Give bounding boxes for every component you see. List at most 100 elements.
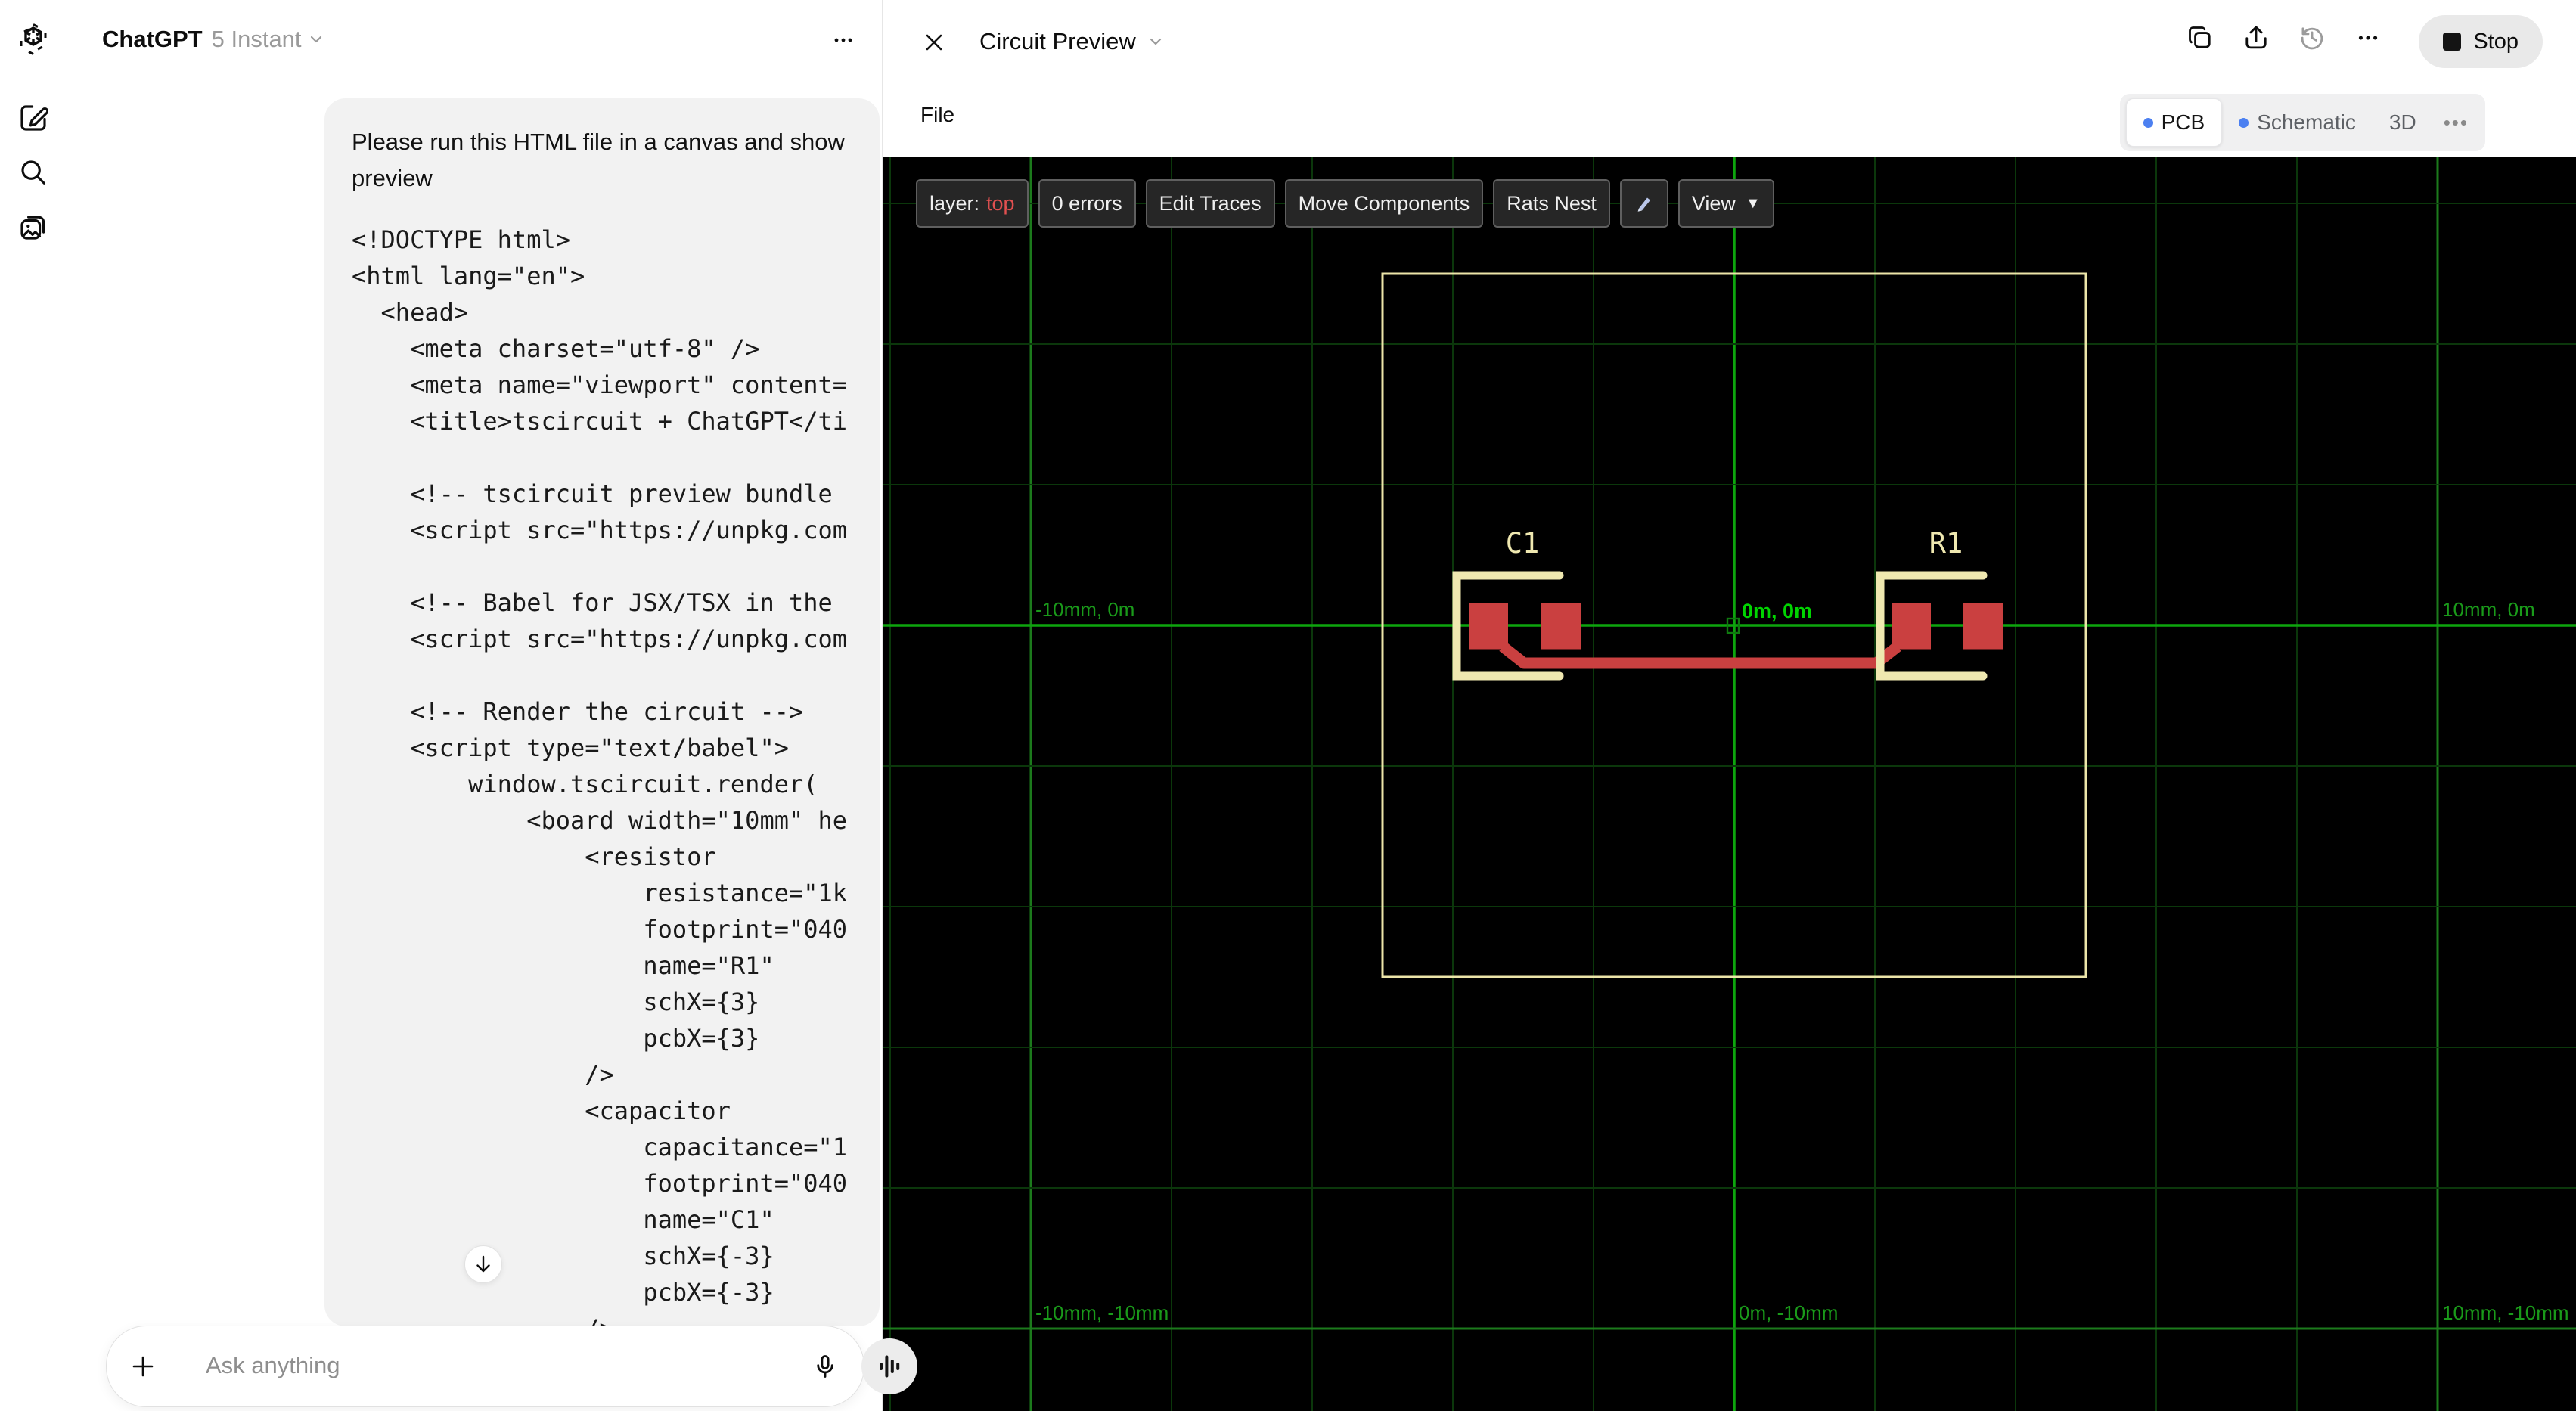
errors-label: 0 errors <box>1051 191 1122 215</box>
code-line: resistance="1k <box>352 879 848 907</box>
chat-app-title: ChatGPT <box>102 26 203 52</box>
view-tabs: PCB Schematic 3D ••• <box>2119 94 2485 151</box>
stop-label: Stop <box>2473 29 2519 54</box>
code-line: <resistor <box>352 842 716 871</box>
code-line: schX={3} <box>352 988 760 1016</box>
grid-coordinate-label: 10mm, 0m <box>2442 598 2535 621</box>
tab-schematic-label: Schematic <box>2257 110 2356 134</box>
tab-pcb[interactable]: PCB <box>2125 98 2223 147</box>
code-line: <title>tscircuit + ChatGPT</ti <box>352 407 848 436</box>
grid-coordinate-label: -10mm, -10mm <box>1035 1301 1169 1324</box>
more-dots-icon <box>834 38 852 42</box>
more-dots-icon <box>2358 36 2378 40</box>
code-line: <head> <box>352 298 469 327</box>
canvas-title-menu[interactable]: Circuit Preview <box>979 0 1165 83</box>
move-components-button[interactable]: Move Components <box>1284 179 1484 228</box>
pcb-canvas[interactable]: C1 R1 0m, 0m -10mm, 0m 10mm, 0m -10mm, -10mm 0… <box>883 157 2576 1411</box>
move-components-label: Move Components <box>1298 191 1470 215</box>
canvas-header: Circuit Preview Stop <box>883 0 2576 83</box>
edit-traces-button[interactable]: Edit Traces <box>1145 179 1275 228</box>
view-label: View <box>1691 191 1736 215</box>
canvas-title: Circuit Preview <box>979 28 1136 54</box>
code-line: pcbX={-3} <box>352 1278 774 1307</box>
code-line: capacitance="1 <box>352 1133 848 1161</box>
caret-down-icon: ▼ <box>1745 194 1761 212</box>
canvas-header-actions <box>2185 23 2383 53</box>
code-line: <!-- Render the circuit --> <box>352 697 804 726</box>
stop-square-icon <box>2443 33 2462 51</box>
user-message-bubble: Please run this HTML file in a canvas an… <box>324 98 880 1326</box>
dictate-button[interactable] <box>810 1351 840 1382</box>
model-selector[interactable]: 5 Instant <box>212 26 302 53</box>
canvas-more-button[interactable] <box>2353 23 2383 53</box>
openai-logo-glyph <box>20 23 47 55</box>
canvas-panel: Circuit Preview Stop File PCB Schematic … <box>883 0 2576 1411</box>
share-upload-icon <box>2245 26 2267 49</box>
origin-coordinate-label: 0m, 0m <box>1742 600 1812 622</box>
app-root: ChatGPT 5 Instant Please run this HTML f… <box>0 0 2576 1411</box>
errors-button[interactable]: 0 errors <box>1038 179 1136 228</box>
smd-pad-c1 <box>1541 603 1581 650</box>
tab-3d[interactable]: 3D <box>2373 99 2433 146</box>
code-line: <script src="https://unpkg.com <box>352 516 848 544</box>
new-chat-button[interactable] <box>17 101 50 135</box>
code-line: footprint="040 <box>352 915 848 944</box>
stop-button[interactable]: Stop <box>2419 15 2543 68</box>
search-icon <box>21 160 45 185</box>
code-line: name="C1" <box>352 1205 774 1234</box>
share-button[interactable] <box>2241 23 2271 53</box>
code-line: /> <box>352 1310 852 1326</box>
conversation-more-button[interactable] <box>830 27 856 53</box>
rats-nest-label: Rats Nest <box>1507 191 1597 215</box>
library-button[interactable] <box>17 210 50 243</box>
pcb-render: C1 R1 0m, 0m -10mm, 0m 10mm, 0m -10mm, -10mm 0… <box>883 157 2576 1411</box>
tabs-more-button[interactable]: ••• <box>2433 111 2479 135</box>
microphone-icon <box>817 1355 833 1378</box>
voice-waveform-icon <box>880 1355 900 1378</box>
copy-button[interactable] <box>2185 23 2215 53</box>
pcb-status-dot <box>2143 117 2153 128</box>
plus-icon <box>132 1356 154 1377</box>
attach-button[interactable] <box>129 1353 157 1380</box>
draw-tool-button[interactable] <box>1619 179 1668 228</box>
view-menu-button[interactable]: View ▼ <box>1678 179 1774 228</box>
layer-selector-button[interactable]: layer: top <box>916 179 1029 228</box>
code-line: footprint="040 <box>352 1169 848 1198</box>
close-canvas-button[interactable] <box>919 27 949 57</box>
component-label-c1: C1 <box>1506 527 1540 560</box>
close-icon <box>926 34 942 51</box>
chat-header: ChatGPT 5 Instant <box>67 0 882 79</box>
history-button[interactable] <box>2297 23 2327 53</box>
code-line: <html lang="en"> <box>352 262 585 290</box>
rats-nest-button[interactable]: Rats Nest <box>1493 179 1610 228</box>
search-button[interactable] <box>17 156 50 189</box>
smd-pad-r1 <box>1892 603 1931 650</box>
voice-mode-button[interactable] <box>861 1338 917 1394</box>
library-icon <box>20 216 45 240</box>
layer-value: top <box>986 191 1015 215</box>
openai-logo-icon[interactable] <box>17 23 50 56</box>
tab-pcb-label: PCB <box>2161 110 2205 134</box>
chevron-down-icon <box>1147 33 1165 51</box>
code-line: <meta name="viewport" content= <box>352 371 848 399</box>
grid-coordinate-label: -10mm, 0m <box>1035 598 1134 621</box>
code-line: <script src="https://unpkg.com <box>352 625 848 653</box>
chevron-down-icon <box>308 31 324 48</box>
edit-traces-label: Edit Traces <box>1159 191 1262 215</box>
user-message-text: Please run this HTML file in a canvas an… <box>352 129 845 191</box>
tab-schematic[interactable]: Schematic <box>2222 99 2373 146</box>
pencil-icon <box>1637 197 1650 212</box>
scroll-to-bottom-button[interactable] <box>464 1245 502 1283</box>
code-line: window.tscircuit.render( <box>352 770 818 799</box>
message-composer[interactable]: Ask anything <box>106 1326 917 1407</box>
file-menu[interactable]: File <box>920 103 954 127</box>
code-line: <!-- tscircuit preview bundle <box>352 479 833 508</box>
code-line: <capacitor <box>352 1096 731 1125</box>
user-message-code: <!DOCTYPE html> <html lang="en"> <head> <… <box>352 222 852 1326</box>
composer-input[interactable]: Ask anything <box>206 1352 340 1379</box>
new-chat-icon <box>20 105 48 131</box>
tab-3d-label: 3D <box>2388 110 2416 134</box>
